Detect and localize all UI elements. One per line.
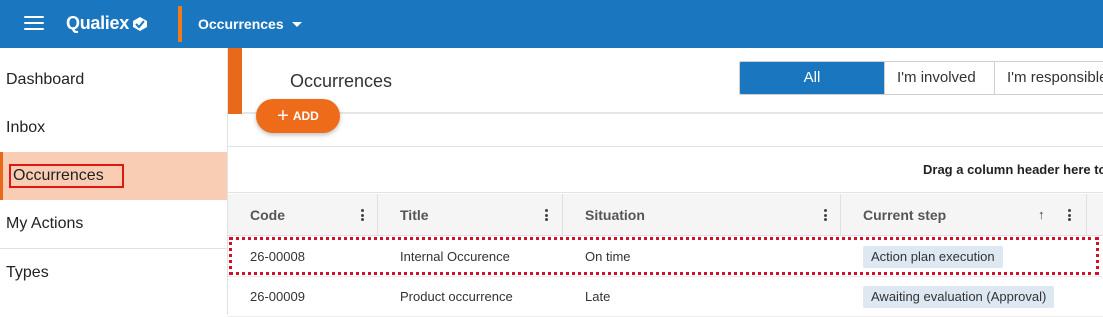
- column-header-code[interactable]: Code: [228, 194, 378, 236]
- sidebar-item-label: Inbox: [6, 119, 46, 136]
- column-header-title[interactable]: Title: [378, 194, 563, 236]
- cell-title: Product occurrence: [400, 289, 513, 304]
- module-selector[interactable]: Occurrences: [198, 16, 302, 32]
- column-header-label: Title: [400, 207, 429, 223]
- sidebar-item-my-actions[interactable]: My Actions: [0, 200, 227, 248]
- cell-situation: Late: [585, 289, 611, 304]
- sidebar-item-types[interactable]: Types: [0, 249, 227, 297]
- sidebar: Dashboard Inbox Occurrences My Actions T…: [0, 48, 228, 315]
- cell-current-step: Action plan execution: [841, 237, 1003, 277]
- app-brand-name: Qualiex: [66, 13, 129, 33]
- column-header-situation[interactable]: Situation: [563, 194, 841, 236]
- cell-code: 26-00009: [250, 289, 305, 304]
- chevron-down-icon: [291, 21, 302, 27]
- occurrences-grid: Drag a column header here to Code Title …: [228, 146, 1103, 317]
- topbar-divider: [178, 6, 182, 42]
- column-menu-icon[interactable]: [1068, 209, 1071, 221]
- column-header-current-step[interactable]: Current step ↑: [841, 194, 1087, 236]
- sort-ascending-icon[interactable]: ↑: [1038, 194, 1045, 236]
- table-row[interactable]: 26-00008 Internal Occurence On time Acti…: [228, 237, 1103, 277]
- page-title: Occurrences: [290, 71, 393, 91]
- cell-title: Internal Occurence: [400, 249, 510, 264]
- group-drop-area[interactable]: Drag a column header here to: [228, 147, 1103, 193]
- plus-icon: +: [277, 105, 289, 127]
- app-logo[interactable]: Qualiex: [66, 13, 148, 34]
- header-divider: [242, 112, 1103, 114]
- add-button[interactable]: + ADD: [256, 99, 340, 133]
- column-header-label: Code: [250, 207, 285, 223]
- top-bar: Qualiex Occurrences: [0, 0, 1103, 48]
- cell-current-step: Awaiting evaluation (Approval): [841, 277, 1055, 317]
- sidebar-item-occurrences[interactable]: Occurrences: [0, 152, 227, 200]
- column-menu-icon[interactable]: [545, 209, 548, 221]
- hamburger-menu-icon[interactable]: [24, 16, 44, 32]
- sidebar-item-label: Types: [6, 264, 49, 281]
- sidebar-item-label: Dashboard: [6, 71, 85, 88]
- brand-mark-icon: [132, 16, 147, 31]
- column-menu-icon[interactable]: [361, 209, 364, 221]
- add-button-label: ADD: [292, 109, 319, 123]
- cell-code: 26-00008: [250, 249, 305, 264]
- column-header-label: Situation: [585, 207, 645, 223]
- table-row[interactable]: 26-00009 Product occurrence Late Awaitin…: [228, 277, 1103, 317]
- sidebar-item-label: My Actions: [6, 215, 84, 232]
- column-menu-icon[interactable]: [824, 209, 827, 221]
- filter-segmented-control: All I'm involved I'm responsible: [739, 61, 1103, 95]
- sidebar-item-dashboard[interactable]: Dashboard: [0, 56, 227, 104]
- filter-responsible-button[interactable]: I'm responsible: [994, 62, 1103, 94]
- step-chip: Awaiting evaluation (Approval): [863, 286, 1055, 308]
- sidebar-item-inbox[interactable]: Inbox: [0, 104, 227, 152]
- group-hint-text: Drag a column header here to: [923, 162, 1103, 177]
- page-accent-bar: [228, 48, 242, 114]
- sidebar-item-label: Occurrences: [9, 164, 124, 188]
- column-header-label: Current step: [863, 207, 947, 223]
- filter-involved-button[interactable]: I'm involved: [884, 62, 994, 94]
- module-label: Occurrences: [198, 16, 284, 32]
- cell-situation: On time: [585, 249, 631, 264]
- grid-header-row: Code Title Situation Current step ↑: [228, 194, 1103, 236]
- step-chip: Action plan execution: [863, 246, 1003, 268]
- filter-all-button[interactable]: All: [740, 62, 884, 94]
